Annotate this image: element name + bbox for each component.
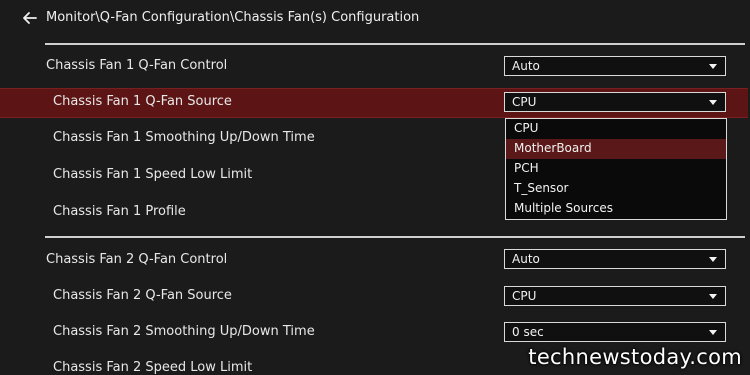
fan1-speed-low-limit-label[interactable]: Chassis Fan 1 Speed Low Limit bbox=[53, 167, 252, 182]
fan1-qfan-source-select[interactable]: CPU bbox=[504, 92, 726, 112]
fan2-qfan-control-select[interactable]: Auto bbox=[504, 249, 726, 269]
option-cpu[interactable]: CPU bbox=[506, 119, 726, 139]
fan1-qfan-control-label: Chassis Fan 1 Q-Fan Control bbox=[46, 58, 228, 73]
watermark: technewstoday.com bbox=[528, 345, 742, 369]
fan2-speed-low-limit-label[interactable]: Chassis Fan 2 Speed Low Limit bbox=[53, 360, 252, 375]
option-motherboard[interactable]: MotherBoard bbox=[506, 139, 726, 159]
fan2-smoothing-label: Chassis Fan 2 Smoothing Up/Down Time bbox=[53, 324, 315, 339]
option-label: T_Sensor bbox=[514, 181, 569, 195]
breadcrumb: Monitor\Q-Fan Configuration\Chassis Fan(… bbox=[46, 10, 420, 25]
section-divider bbox=[45, 236, 745, 238]
select-value: CPU bbox=[512, 95, 537, 109]
fan2-qfan-control-label: Chassis Fan 2 Q-Fan Control bbox=[46, 252, 228, 267]
chevron-down-icon bbox=[709, 100, 717, 105]
arrow-left-icon[interactable] bbox=[22, 10, 38, 26]
fan1-smoothing-label[interactable]: Chassis Fan 1 Smoothing Up/Down Time bbox=[53, 130, 315, 145]
select-value: Auto bbox=[512, 59, 540, 73]
page-header: Monitor\Q-Fan Configuration\Chassis Fan(… bbox=[0, 0, 750, 36]
chevron-down-icon bbox=[709, 330, 717, 335]
option-label: Multiple Sources bbox=[514, 201, 613, 215]
select-value: CPU bbox=[512, 289, 537, 303]
option-multiple-sources[interactable]: Multiple Sources bbox=[506, 199, 726, 219]
fan1-profile-label[interactable]: Chassis Fan 1 Profile bbox=[53, 204, 186, 219]
fan1-qfan-control-select[interactable]: Auto bbox=[504, 56, 726, 76]
fan1-qfan-source-label: Chassis Fan 1 Q-Fan Source bbox=[53, 94, 232, 109]
select-value: Auto bbox=[512, 252, 540, 266]
fan2-qfan-source-select[interactable]: CPU bbox=[504, 286, 726, 306]
option-label: MotherBoard bbox=[514, 141, 592, 155]
option-label: CPU bbox=[514, 121, 539, 135]
chevron-down-icon bbox=[709, 64, 717, 69]
option-t-sensor[interactable]: T_Sensor bbox=[506, 179, 726, 199]
chevron-down-icon bbox=[709, 294, 717, 299]
fan2-smoothing-select[interactable]: 0 sec bbox=[504, 322, 726, 342]
fan2-qfan-source-label: Chassis Fan 2 Q-Fan Source bbox=[53, 288, 232, 303]
select-value: 0 sec bbox=[512, 325, 544, 339]
section-divider bbox=[45, 43, 745, 45]
option-label: PCH bbox=[514, 161, 539, 175]
chevron-down-icon bbox=[709, 257, 717, 262]
option-pch[interactable]: PCH bbox=[506, 159, 726, 179]
source-options-list: CPU MotherBoard PCH T_Sensor Multiple So… bbox=[505, 118, 727, 220]
